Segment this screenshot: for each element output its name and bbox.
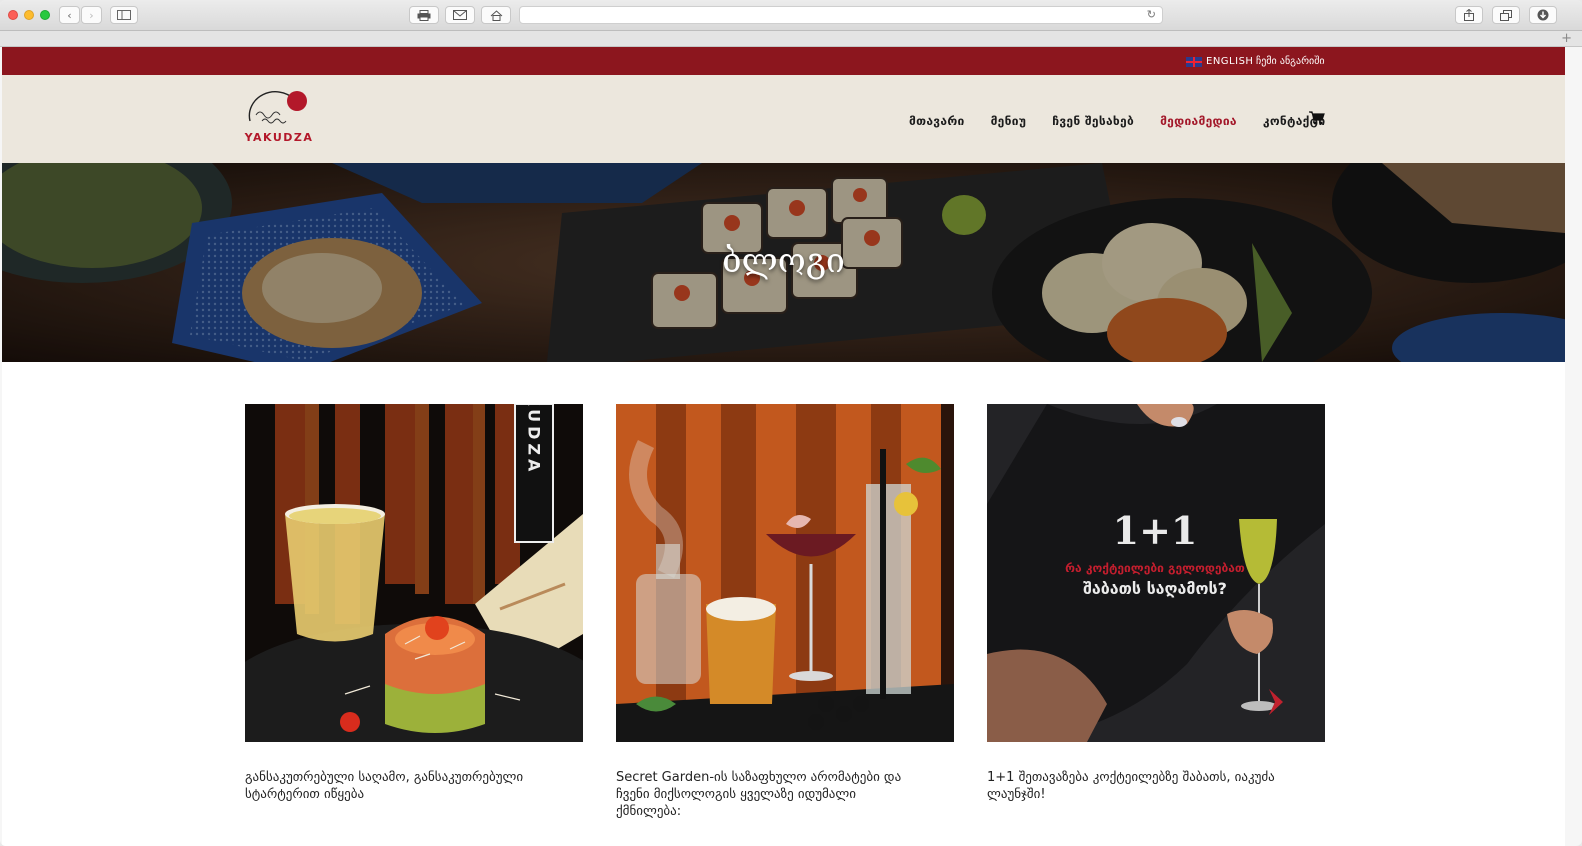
nav-item-home[interactable]: მთავარი: [909, 114, 965, 128]
browser-toolbar: ‹ › ↻: [0, 0, 1582, 31]
download-icon[interactable]: [1529, 6, 1557, 24]
close-window-button[interactable]: [8, 10, 18, 20]
top-bar: ENGLISH ჩემი ანგარიში: [2, 47, 1565, 75]
uk-flag-icon: [1186, 56, 1202, 67]
blog-post-card[interactable]: 1+1 რა კოქტეილები გელოდებათ შაბათს საღამ…: [987, 404, 1325, 820]
nav-item-media[interactable]: მედიამედია: [1160, 114, 1237, 128]
my-account-link[interactable]: ჩემი ანგარიში: [1256, 56, 1325, 67]
post-image-promo[interactable]: 1+1 რა კოქტეილები გელოდებათ შაბათს საღამ…: [987, 404, 1325, 742]
address-bar[interactable]: ↻: [519, 6, 1163, 24]
site-header: YAKUDZA მთავარი მენიუ ჩვენ შესახებ მედია…: [2, 75, 1565, 163]
home-icon[interactable]: [481, 6, 511, 24]
post-excerpt[interactable]: 1+1 შეთავაზება კოქტეილებზე შაბათს, იაკუძ…: [987, 769, 1287, 803]
nav-item-menu[interactable]: მენიუ: [991, 114, 1027, 128]
site-logo[interactable]: YAKUDZA: [244, 91, 314, 147]
post-image-cocktails[interactable]: [616, 404, 954, 742]
cart-icon[interactable]: [1309, 111, 1325, 130]
page-title: ბლოგი: [722, 241, 845, 281]
tabs-icon[interactable]: [1492, 6, 1520, 24]
hero-banner: ბლოგი: [2, 163, 1565, 362]
main-navigation: მთავარი მენიუ ჩვენ შესახებ მედიამედია კო…: [909, 114, 1325, 128]
blog-post-card[interactable]: YAKUDZA განსაკუთრებული საღამო, განსაკუთრ…: [245, 404, 583, 820]
post-image-brand: YAKUDZA: [525, 404, 544, 475]
blog-posts: YAKUDZA განსაკუთრებული საღამო, განსაკუთრ…: [245, 404, 1325, 820]
minimize-window-button[interactable]: [24, 10, 34, 20]
post-image-starter[interactable]: YAKUDZA: [245, 404, 583, 742]
nav-item-about[interactable]: ჩვენ შესახებ: [1052, 114, 1134, 128]
tab-bar: +: [0, 31, 1582, 47]
print-icon[interactable]: [409, 6, 439, 24]
post-excerpt[interactable]: Secret Garden-ის საზაფხულო არომატები და …: [616, 769, 916, 820]
blog-post-card[interactable]: Secret Garden-ის საზაფხულო არომატები და …: [616, 404, 954, 820]
reload-icon[interactable]: ↻: [1147, 8, 1156, 21]
post-excerpt[interactable]: განსაკუთრებული საღამო, განსაკუთრებული სტ…: [245, 769, 545, 803]
language-switcher[interactable]: ENGLISH: [1186, 56, 1253, 67]
logo-wordmark: YAKUDZA: [244, 131, 313, 144]
forward-icon[interactable]: ›: [81, 6, 102, 24]
zoom-window-button[interactable]: [40, 10, 50, 20]
language-label: ENGLISH: [1206, 56, 1254, 67]
share-icon[interactable]: [1455, 6, 1483, 24]
back-icon[interactable]: ‹: [59, 6, 80, 24]
browser-window: ‹ › ↻ + ENGLISH ჩემი ანგარიში YAKUDZA მთ…: [0, 0, 1582, 846]
promo-line-1: რა კოქტეილები გელოდებათ: [1065, 561, 1245, 575]
sidebar-icon[interactable]: [110, 6, 138, 24]
website: ENGLISH ჩემი ანგარიში YAKUDZA მთავარი მე…: [2, 47, 1565, 846]
promo-heading: 1+1: [1113, 508, 1198, 553]
promo-line-2: შაბათს საღამოს?: [1083, 579, 1227, 598]
new-tab-icon[interactable]: +: [1561, 31, 1572, 46]
mail-icon[interactable]: [445, 6, 475, 24]
